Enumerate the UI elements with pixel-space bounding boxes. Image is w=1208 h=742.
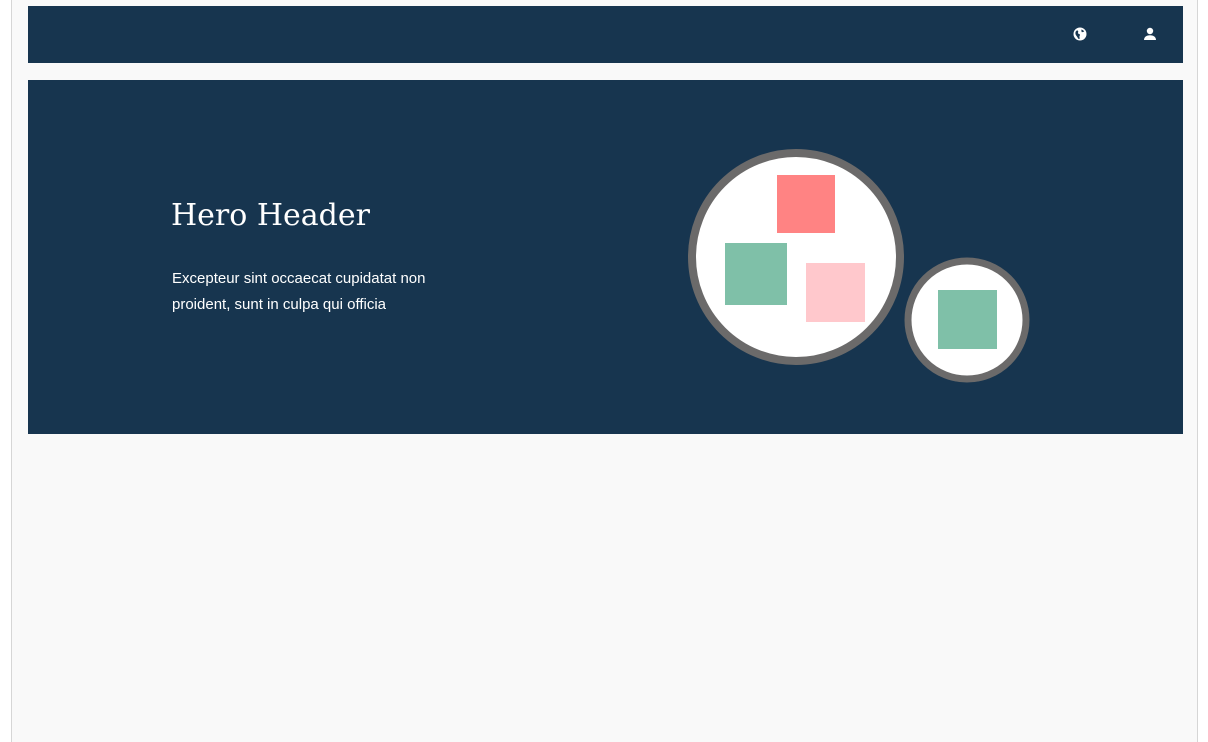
green-square bbox=[725, 243, 787, 305]
hero-section: Hero Header Excepteur sint occaecat cupi… bbox=[28, 80, 1183, 434]
coral-square bbox=[777, 175, 835, 233]
top-navbar bbox=[28, 6, 1183, 63]
pink-square bbox=[806, 263, 865, 322]
globe-icon[interactable] bbox=[1069, 23, 1091, 45]
small-green-square bbox=[938, 290, 997, 349]
user-icon[interactable] bbox=[1139, 23, 1161, 45]
hero-illustration bbox=[688, 149, 1030, 383]
